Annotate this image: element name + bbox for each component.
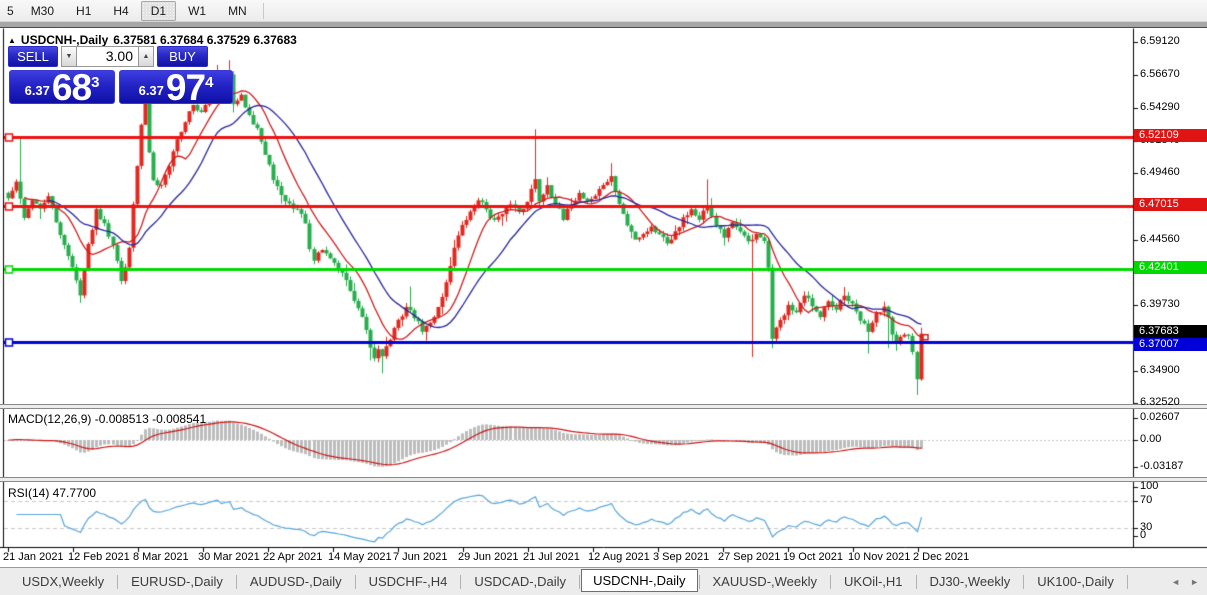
chart-tab-usdcnh-daily[interactable]: USDCNH-,Daily xyxy=(581,569,697,592)
timeframe-button-group: 5M30H1H4D1W1MN xyxy=(1,1,269,21)
tab-separator xyxy=(579,575,580,589)
trading-terminal: 5M30H1H4D1W1MN ▲ USDCNH-,Daily 6.37581 6… xyxy=(0,0,1207,595)
tab-separator xyxy=(830,575,831,589)
chart-symbol-period: USDCNH-,Daily xyxy=(21,33,108,47)
tab-separator xyxy=(1127,575,1128,589)
chart-tab-usdcad-daily[interactable]: USDCAD-,Daily xyxy=(462,570,578,593)
volume-input[interactable]: 3.00 xyxy=(77,46,138,67)
macd-panel-resize-handle[interactable] xyxy=(0,404,1207,409)
macd-indicator-label: MACD(12,26,9) -0.008513 -0.008541 xyxy=(8,412,206,426)
rsi-axis-tick: 70 xyxy=(1140,494,1152,506)
date-axis-label: 10 Nov 2021 xyxy=(848,551,910,563)
sell-price-display[interactable]: 6.37 68 3 xyxy=(9,70,115,104)
price-axis-tick: 6.56670 xyxy=(1140,68,1180,80)
rsi-indicator-label: RSI(14) 47.7700 xyxy=(8,486,96,500)
buy-price-display[interactable]: 6.37 97 4 xyxy=(119,70,233,104)
buy-button[interactable]: BUY xyxy=(157,46,208,67)
sell-button[interactable]: SELL xyxy=(8,46,58,67)
price-line-label: 6.42401 xyxy=(1134,261,1207,274)
top-toolbar: 5M30H1H4D1W1MN xyxy=(0,0,1207,22)
timeframe-button-h4[interactable]: H4 xyxy=(103,1,138,21)
chart-tab-usdchf-h4[interactable]: USDCHF-,H4 xyxy=(357,570,460,593)
chart-tab-eurusd-daily[interactable]: EURUSD-,Daily xyxy=(119,570,235,593)
date-axis-label: 27 Sep 2021 xyxy=(718,551,780,563)
price-axis-tick: 6.49460 xyxy=(1140,166,1180,178)
tab-scroll-right-button[interactable]: ► xyxy=(1190,577,1199,587)
date-axis-label: 14 May 2021 xyxy=(328,551,392,563)
sell-price-prefix: 6.37 xyxy=(25,83,50,98)
volume-decrease-button[interactable]: ▼ xyxy=(61,46,77,67)
tab-separator xyxy=(460,575,461,589)
date-axis-label: 29 Jun 2021 xyxy=(458,551,519,563)
buy-price-big-digits: 97 xyxy=(166,71,205,105)
date-axis-label: 7 Jun 2021 xyxy=(393,551,447,563)
timeframe-button-h1[interactable]: H1 xyxy=(66,1,101,21)
price-line-label: 6.52109 xyxy=(1134,129,1207,142)
date-axis-label: 21 Jan 2021 xyxy=(3,551,64,563)
macd-axis-tick: 0.00 xyxy=(1140,433,1161,445)
date-axis-label: 12 Feb 2021 xyxy=(68,551,130,563)
sell-price-big-digits: 68 xyxy=(52,71,91,105)
tab-separator xyxy=(355,575,356,589)
chart-title: ▲ USDCNH-,Daily 6.37581 6.37684 6.37529 … xyxy=(8,33,297,47)
toolbar-separator xyxy=(263,3,264,19)
timeframe-button-mn[interactable]: MN xyxy=(218,1,257,21)
buy-price-pipette: 4 xyxy=(205,74,213,91)
rsi-axis-tick: 0 xyxy=(1140,529,1146,541)
tab-separator xyxy=(117,575,118,589)
timeframe-button-d1[interactable]: D1 xyxy=(141,1,176,21)
collapse-chart-icon[interactable]: ▲ xyxy=(8,36,16,45)
price-axis-tick: 6.34900 xyxy=(1140,364,1180,376)
tab-scroll-controls: ◄ ► xyxy=(1171,577,1199,587)
macd-axis-tick: 0.02607 xyxy=(1140,411,1180,423)
tab-separator xyxy=(1023,575,1024,589)
price-chart-window: ▲ USDCNH-,Daily 6.37581 6.37684 6.37529 … xyxy=(0,27,1207,567)
rsi-axis-tick: 100 xyxy=(1140,480,1158,492)
chart-tab-usdx-weekly[interactable]: USDX,Weekly xyxy=(10,570,116,593)
timeframe-button-m30[interactable]: M30 xyxy=(21,1,64,21)
price-axis-tick: 6.54290 xyxy=(1140,101,1180,113)
timeframe-button-w1[interactable]: W1 xyxy=(178,1,216,21)
price-axis-tick: 6.32520 xyxy=(1140,396,1180,408)
tab-separator xyxy=(699,575,700,589)
chart-tab-uk100-daily[interactable]: UK100-,Daily xyxy=(1025,570,1126,593)
price-line-label: 6.47015 xyxy=(1134,198,1207,211)
date-axis-label: 12 Aug 2021 xyxy=(588,551,650,563)
date-axis-label: 2 Dec 2021 xyxy=(913,551,969,563)
price-chart-canvas[interactable] xyxy=(0,28,1207,568)
tab-separator xyxy=(916,575,917,589)
chart-tabs: USDX,WeeklyEURUSD-,DailyAUDUSD-,DailyUSD… xyxy=(10,570,1129,593)
volume-increase-button[interactable]: ▲ xyxy=(138,46,154,67)
timeframe-button-5[interactable]: 5 xyxy=(2,1,19,21)
chart-tab-ukoil-h1[interactable]: UKOil-,H1 xyxy=(832,570,915,593)
price-axis-tick: 6.59120 xyxy=(1140,35,1180,47)
date-axis-label: 8 Mar 2021 xyxy=(133,551,189,563)
chart-tab-audusd-daily[interactable]: AUDUSD-,Daily xyxy=(238,570,354,593)
chart-tab-bar: USDX,WeeklyEURUSD-,DailyAUDUSD-,DailyUSD… xyxy=(0,567,1207,595)
price-axis-tick: 6.39730 xyxy=(1140,298,1180,310)
chart-tab-xauusd-weekly[interactable]: XAUUSD-,Weekly xyxy=(701,570,830,593)
date-axis-label: 3 Sep 2021 xyxy=(653,551,709,563)
price-axis-tick: 6.44560 xyxy=(1140,233,1180,245)
date-axis-label: 19 Oct 2021 xyxy=(783,551,843,563)
tab-scroll-left-button[interactable]: ◄ xyxy=(1171,577,1180,587)
chart-tab-dj30-weekly[interactable]: DJ30-,Weekly xyxy=(918,570,1023,593)
tab-separator xyxy=(236,575,237,589)
sell-price-pipette: 3 xyxy=(91,74,99,91)
date-axis-label: 21 Jul 2021 xyxy=(523,551,580,563)
chart-ohlc-values: 6.37581 6.37684 6.37529 6.37683 xyxy=(113,33,297,47)
buy-price-prefix: 6.37 xyxy=(139,83,164,98)
rsi-panel-resize-handle[interactable] xyxy=(0,477,1207,482)
date-axis-label: 22 Apr 2021 xyxy=(263,551,322,563)
price-line-label: 6.37683 xyxy=(1134,325,1207,338)
date-axis-label: 30 Mar 2021 xyxy=(198,551,260,563)
macd-axis-tick: -0.03187 xyxy=(1140,460,1183,472)
price-line-label: 6.37007 xyxy=(1134,338,1207,351)
